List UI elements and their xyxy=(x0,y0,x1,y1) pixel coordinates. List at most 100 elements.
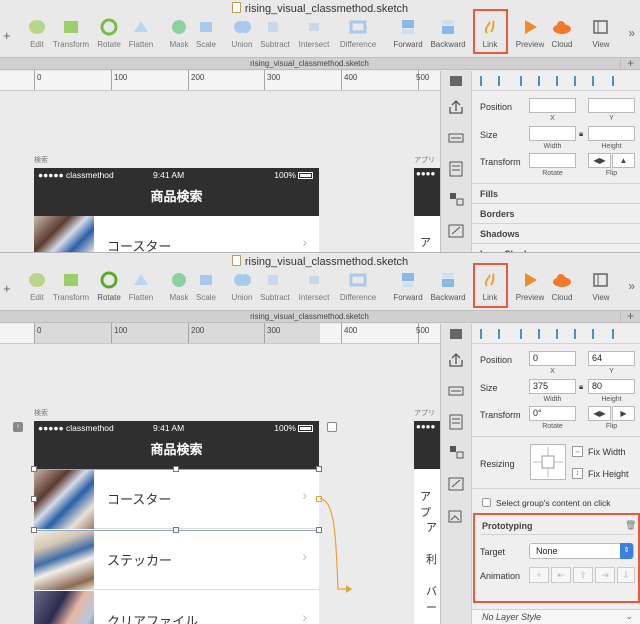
document-tab[interactable]: rising_visual_classmethod.sketch xyxy=(0,58,619,70)
distribute-v-icon[interactable] xyxy=(612,329,622,339)
align-right-icon[interactable] xyxy=(520,329,530,339)
width-field[interactable] xyxy=(529,126,576,141)
height-field[interactable] xyxy=(588,126,635,141)
fix-height-icon[interactable]: ↕ xyxy=(572,468,583,479)
artboard-app-partial[interactable]: ●●●● アプ xyxy=(414,168,440,252)
y-field[interactable] xyxy=(588,98,635,113)
artboard-label[interactable]: 検索 xyxy=(34,155,48,165)
artboard2-label[interactable]: アプリ xyxy=(414,408,435,418)
intersect-button[interactable]: Intersect xyxy=(291,18,337,49)
distribute-v-icon[interactable] xyxy=(612,76,622,86)
flip-vertical-button[interactable]: ▶ xyxy=(612,406,635,421)
list-item[interactable]: ステッカー › xyxy=(34,530,319,590)
share-icon[interactable] xyxy=(446,99,466,115)
toolbar-overflow-icon[interactable]: » xyxy=(628,279,635,293)
animation-from-top-button[interactable]: ⇩ xyxy=(617,567,635,583)
share-icon[interactable] xyxy=(446,352,466,368)
animation-from-left-button[interactable]: ⇥ xyxy=(595,567,615,583)
image-add-icon[interactable] xyxy=(446,508,466,524)
difference-button[interactable]: Difference xyxy=(335,18,381,49)
artboard-label[interactable]: 検索 xyxy=(34,408,48,418)
width-field[interactable]: 375 xyxy=(529,379,576,394)
distribute-h-icon[interactable] xyxy=(592,329,602,339)
intersect-button[interactable]: Intersect xyxy=(291,271,337,302)
difference-button[interactable]: Difference xyxy=(335,271,381,302)
export-icon[interactable] xyxy=(446,326,466,342)
animation-from-bottom-button[interactable]: ⇧ xyxy=(573,567,593,583)
list-item[interactable]: クリアファイル › xyxy=(34,591,319,624)
selection-handle[interactable] xyxy=(31,496,37,502)
selection-handle[interactable] xyxy=(316,466,322,472)
select-group-checkbox[interactable] xyxy=(482,498,491,507)
view-button[interactable]: View xyxy=(578,18,624,49)
rotate-field[interactable] xyxy=(529,153,576,168)
insert-plus-icon[interactable]: + xyxy=(3,281,11,296)
resizing-control[interactable] xyxy=(530,444,566,480)
align-center-icon[interactable] xyxy=(498,76,508,86)
x-field[interactable] xyxy=(529,98,576,113)
export-icon[interactable] xyxy=(446,73,466,89)
align-right-icon[interactable] xyxy=(520,76,530,86)
printer-icon[interactable] xyxy=(446,129,466,145)
flip-horizontal-button[interactable]: ◀▶ xyxy=(588,153,611,168)
lock-icon[interactable]: 🔒︎ xyxy=(579,382,583,392)
align-left-icon[interactable] xyxy=(480,329,490,339)
align-bottom-icon[interactable] xyxy=(574,76,584,86)
list-item[interactable]: コースター › xyxy=(34,216,319,252)
selection-handle[interactable] xyxy=(31,466,37,472)
height-field[interactable]: 80 xyxy=(588,379,635,394)
shadows-section[interactable]: Shadows xyxy=(472,223,640,243)
fills-section[interactable]: Fills xyxy=(472,183,640,203)
align-left-icon[interactable] xyxy=(480,76,490,86)
align-middle-icon[interactable] xyxy=(556,76,566,86)
components-icon[interactable] xyxy=(446,191,466,207)
selection-handle[interactable] xyxy=(31,527,37,533)
document-tab[interactable]: rising_visual_classmethod.sketch xyxy=(0,311,619,323)
rotate-field[interactable]: 0° xyxy=(529,406,576,421)
animation-none-button[interactable]: + xyxy=(529,567,549,583)
new-tab-plus-icon[interactable]: + xyxy=(620,310,640,323)
align-middle-icon[interactable] xyxy=(556,329,566,339)
animation-from-right-button[interactable]: ⇤ xyxy=(551,567,571,583)
document-list-icon[interactable] xyxy=(446,414,466,430)
insert-plus-icon[interactable]: + xyxy=(3,28,11,43)
toolbar-overflow-icon[interactable]: » xyxy=(628,26,635,40)
fix-width-icon[interactable]: ↔ xyxy=(572,446,583,457)
flip-horizontal-button[interactable]: ◀▶ xyxy=(588,406,611,421)
target-select[interactable]: None ⇕ xyxy=(529,543,634,559)
artboard-search[interactable]: ●●●●● classmethod 9:41 AM 100% 商品検索 コースタ… xyxy=(34,168,319,252)
flip-vertical-button[interactable]: ▲ xyxy=(612,153,635,168)
back-arrow-icon[interactable]: ‹ xyxy=(13,422,23,432)
canvas[interactable]: 検索 アプリ ‹ ●●●●● classmethod 9:41 AM 100% … xyxy=(0,345,440,624)
artboard2-label[interactable]: アプリ xyxy=(414,155,435,165)
backward-button[interactable]: Backward xyxy=(425,271,471,302)
trash-icon[interactable]: 🗑︎ xyxy=(625,520,636,531)
artboard-preset-icon[interactable] xyxy=(327,422,337,432)
components-icon[interactable] xyxy=(446,444,466,460)
canvas[interactable]: 検索 アプリ ●●●●● classmethod 9:41 AM 100% 商品… xyxy=(0,92,440,252)
backward-button[interactable]: Backward xyxy=(425,18,471,49)
align-center-icon[interactable] xyxy=(498,329,508,339)
x-field[interactable]: 0 xyxy=(529,351,576,366)
selection-handle[interactable] xyxy=(173,527,179,533)
document-list-icon[interactable] xyxy=(446,161,466,177)
y-field[interactable]: 64 xyxy=(588,351,635,366)
borders-section[interactable]: Borders xyxy=(472,203,640,223)
artboard-app-partial[interactable]: ●●●● アプ ア 利 バー xyxy=(414,421,440,624)
printer-icon[interactable] xyxy=(446,382,466,398)
lock-icon[interactable]: 🔒︎ xyxy=(579,129,583,139)
scale-export-icon[interactable] xyxy=(446,223,466,239)
list-item[interactable]: コースター › xyxy=(34,469,319,529)
new-tab-plus-icon[interactable]: + xyxy=(620,57,640,70)
align-top-icon[interactable] xyxy=(538,329,548,339)
view-button[interactable]: View xyxy=(578,271,624,302)
artboard-search[interactable]: ●●●●● classmethod 9:41 AM 100% 商品検索 コースタ… xyxy=(34,421,319,624)
selection-handle[interactable] xyxy=(173,466,179,472)
inner-shadows-section[interactable]: Inner Shadows xyxy=(472,243,640,252)
align-top-icon[interactable] xyxy=(538,76,548,86)
layer-style-row[interactable]: No Layer Style ⌄ xyxy=(472,609,640,624)
preview-icon xyxy=(519,18,541,36)
distribute-h-icon[interactable] xyxy=(592,76,602,86)
scale-export-icon[interactable] xyxy=(446,476,466,492)
align-bottom-icon[interactable] xyxy=(574,329,584,339)
